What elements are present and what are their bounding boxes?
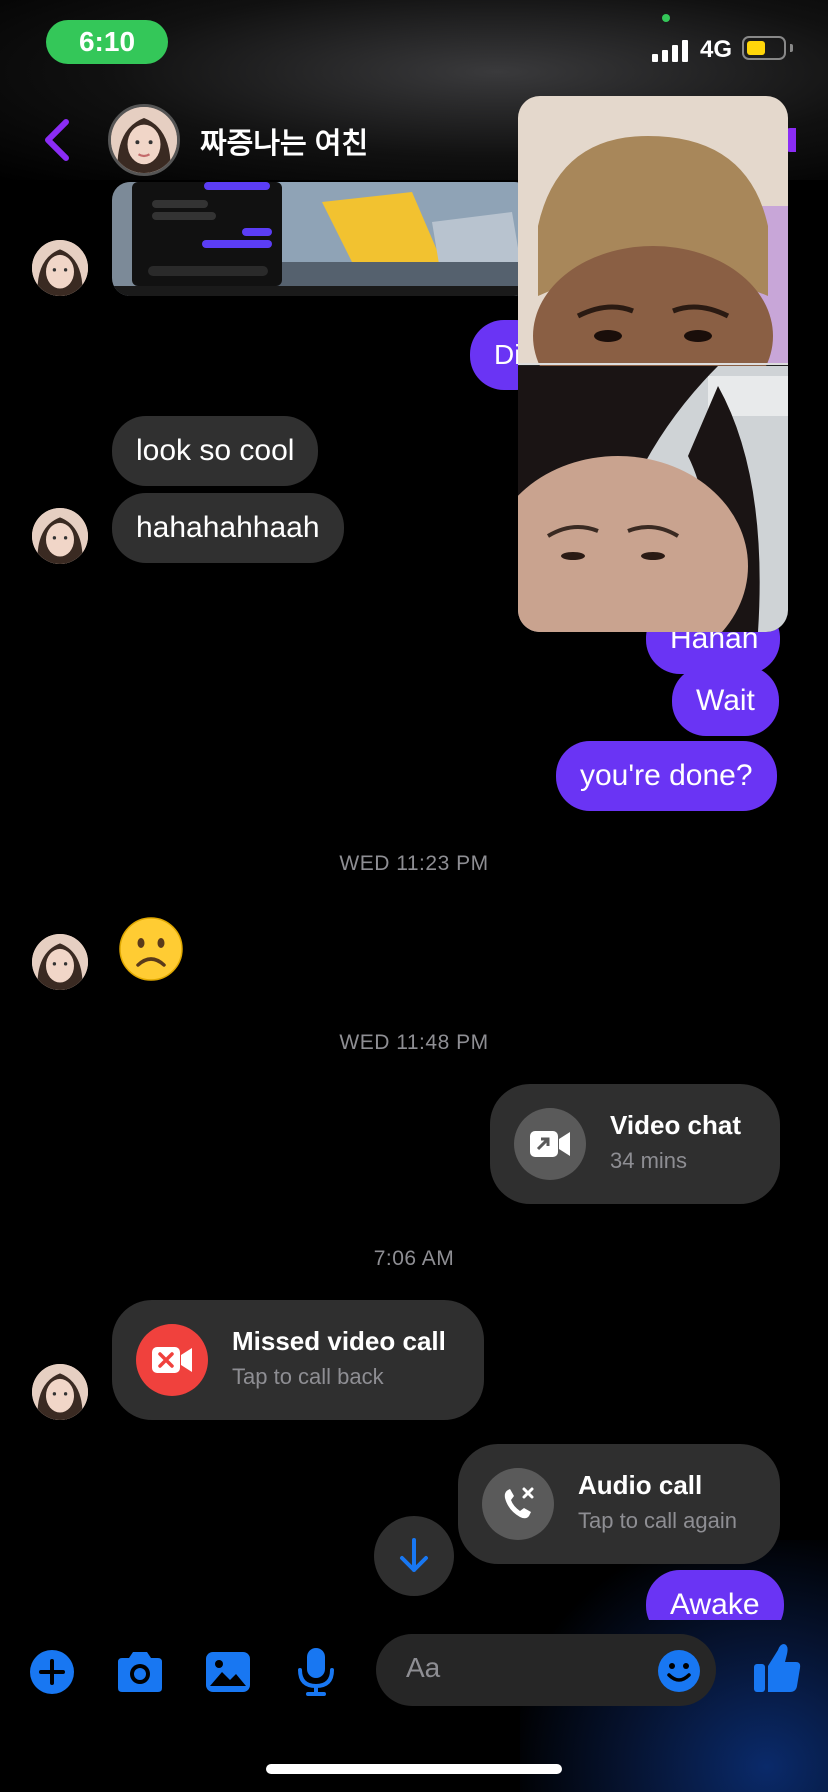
sender-avatar (32, 240, 88, 296)
thumbs-up-icon[interactable] (752, 1640, 802, 1696)
battery-icon (742, 36, 786, 60)
gallery-icon[interactable] (204, 1650, 252, 1694)
signal-icon (652, 38, 692, 62)
game-screenshot-image (112, 182, 532, 296)
plus-icon[interactable] (28, 1648, 76, 1696)
video-feed-image (518, 96, 788, 632)
outgoing-message[interactable]: Wait (672, 666, 779, 736)
outgoing-message[interactable]: Awake (646, 1570, 784, 1620)
timestamp: WED 11:23 PM (339, 852, 489, 875)
call-title: Audio call (578, 1470, 703, 1500)
call-subtitle: Tap to call back (232, 1364, 384, 1389)
missed-audio-icon (482, 1468, 554, 1540)
call-title: Missed video call (232, 1326, 446, 1356)
incoming-message[interactable]: look so cool (112, 416, 319, 486)
video-chat-card[interactable]: Video chat 34 mins (490, 1084, 780, 1204)
incoming-message[interactable]: hahahahhaah (112, 493, 344, 563)
sad-face-icon[interactable] (118, 916, 184, 982)
emoji-icon[interactable] (656, 1648, 702, 1694)
battery-tip (790, 44, 793, 52)
avatar-face-icon (111, 107, 177, 173)
sender-avatar (32, 1364, 88, 1420)
call-title: Video chat (610, 1110, 742, 1140)
missed-video-icon (136, 1324, 208, 1396)
home-indicator (266, 1764, 562, 1774)
message-clip: Awake (0, 1560, 828, 1620)
back-arrow-icon[interactable] (40, 116, 76, 164)
call-subtitle: Tap to call again (578, 1508, 737, 1533)
outgoing-message[interactable]: you're done? (556, 741, 777, 811)
timestamp: 7:06 AM (373, 1247, 455, 1270)
contact-avatar[interactable] (108, 104, 180, 176)
sender-avatar (32, 508, 88, 564)
camera-indicator (662, 14, 670, 22)
contact-name[interactable]: 짜증나는 여친 (200, 120, 368, 162)
message-input-placeholder: Aa (406, 1652, 441, 1683)
timestamp: WED 11:48 PM (339, 1031, 489, 1054)
status-time: 6:10 (46, 20, 168, 64)
call-duration: 34 mins (610, 1148, 688, 1173)
image-message[interactable] (112, 182, 532, 296)
microphone-icon[interactable] (296, 1646, 336, 1698)
sender-avatar (32, 934, 88, 990)
missed-video-call-card[interactable]: Missed video call Tap to call back (112, 1300, 484, 1420)
video-call-icon (514, 1108, 586, 1180)
video-call-pip[interactable] (518, 96, 788, 632)
audio-call-card[interactable]: Audio call Tap to call again (458, 1444, 780, 1564)
network-label: 4G (700, 36, 733, 63)
camera-icon[interactable] (114, 1650, 166, 1694)
